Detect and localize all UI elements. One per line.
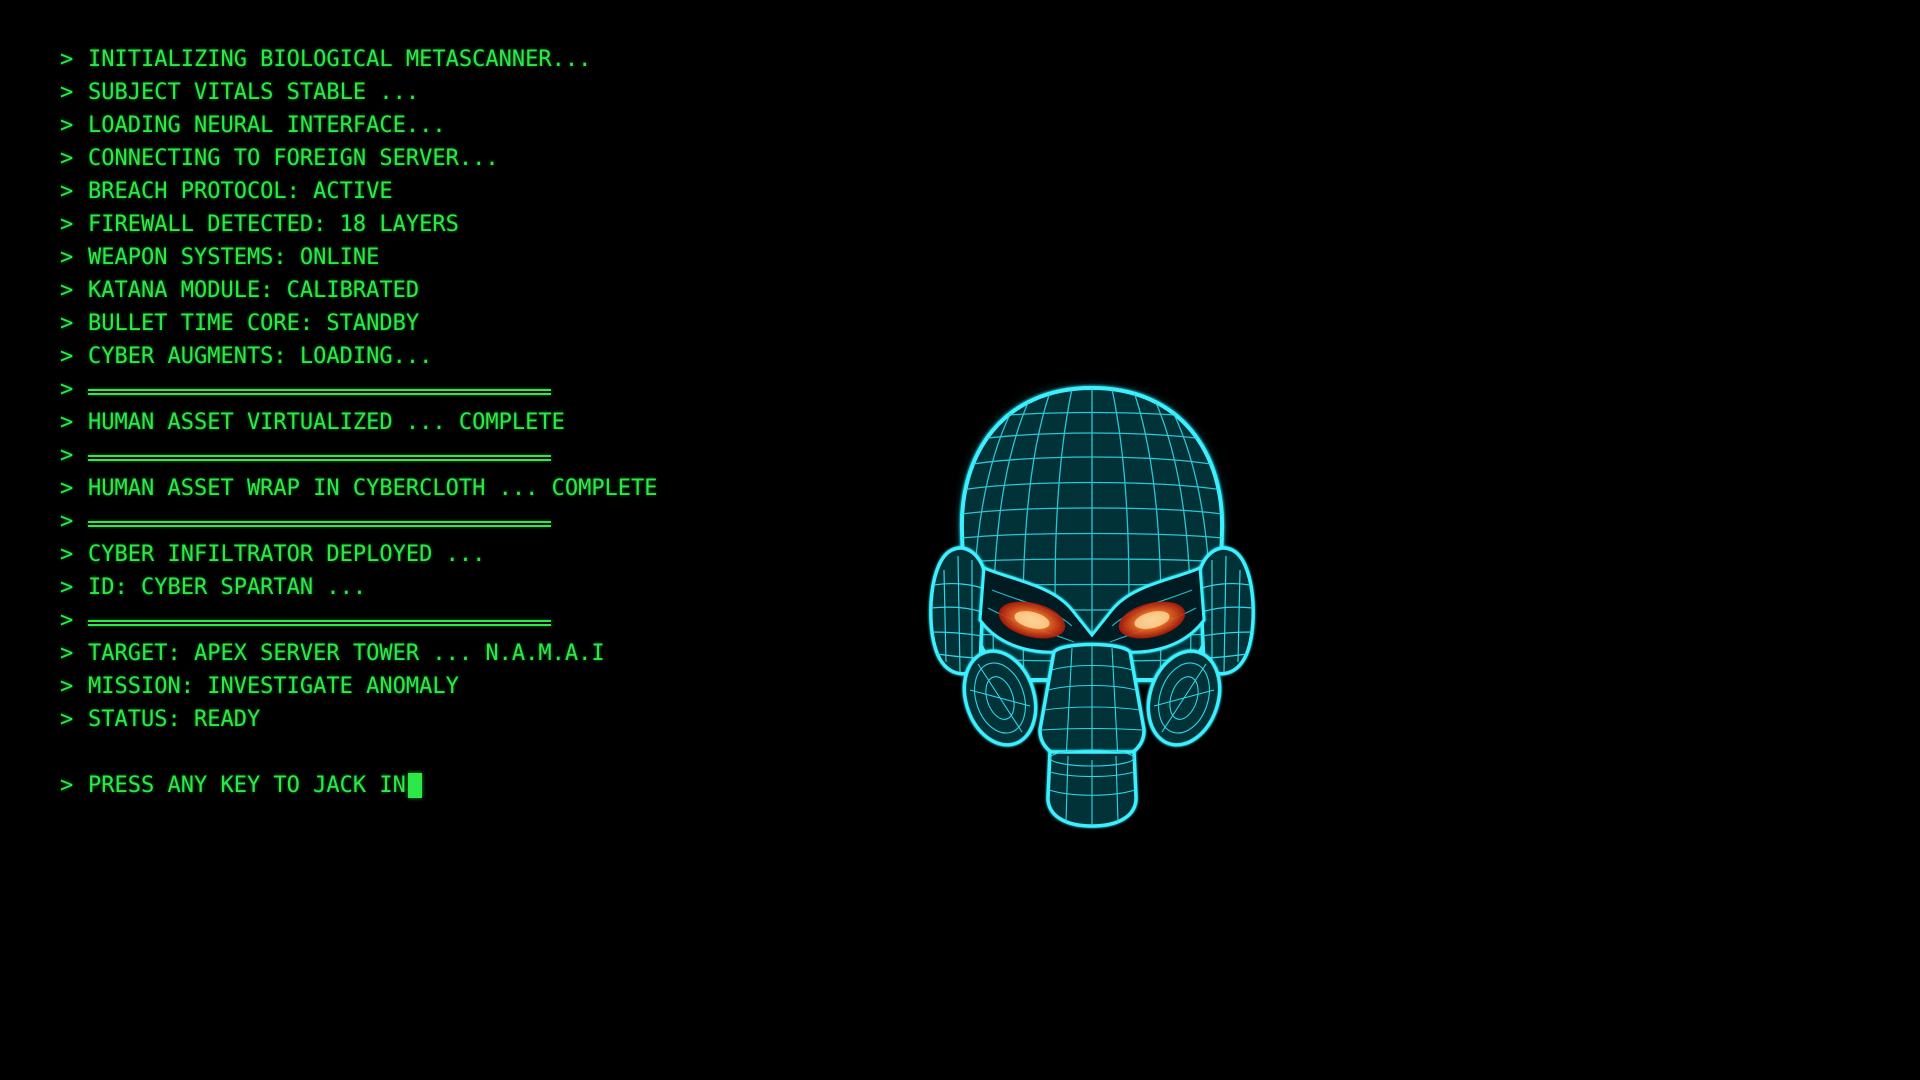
terminal-separator: > [60, 505, 658, 538]
terminal-line-text: ID: CYBER SPARTAN ... [88, 575, 367, 600]
prompt-symbol: > [60, 476, 74, 501]
terminal-line: > TARGET: APEX SERVER TOWER ... N.A.M.A.I [60, 637, 658, 670]
prompt-symbol: > [60, 113, 74, 138]
terminal-line-text: LOADING NEURAL INTERFACE... [88, 113, 446, 138]
terminal-log: > INITIALIZING BIOLOGICAL METASCANNER... … [60, 43, 658, 802]
prompt-symbol: > [60, 179, 74, 204]
terminal-line-text: STATUS: READY [88, 707, 261, 732]
terminal-line-text: HUMAN ASSET WRAP IN CYBERCLOTH ... COMPL… [88, 476, 658, 501]
prompt-symbol: > [60, 509, 74, 534]
terminal-line: > BULLET TIME CORE: STANDBY [60, 307, 658, 340]
prompt-symbol: > [60, 344, 74, 369]
terminal-line: > CYBER AUGMENTS: LOADING... [60, 340, 658, 373]
terminal-line-text: FIREWALL DETECTED: 18 LAYERS [88, 212, 459, 237]
terminal-line-text: HUMAN ASSET VIRTUALIZED ... COMPLETE [88, 410, 565, 435]
terminal-line: > LOADING NEURAL INTERFACE... [60, 109, 658, 142]
terminal-line: > STATUS: READY [60, 703, 658, 736]
blinking-cursor [407, 773, 422, 798]
prompt-symbol: > [60, 245, 74, 270]
terminal-line: > CYBER INFILTRATOR DEPLOYED ... [60, 538, 658, 571]
wireframe-cyber-helmet-icon [929, 384, 1255, 828]
helmet-ear-right [1198, 546, 1255, 676]
terminal-line: > ID: CYBER SPARTAN ... [60, 571, 658, 604]
terminal-line-text: WEAPON SYSTEMS: ONLINE [88, 245, 380, 270]
separator-rule [88, 388, 551, 395]
prompt-symbol: > [60, 377, 74, 402]
terminal-line-text: CYBER AUGMENTS: LOADING... [88, 344, 433, 369]
separator-rule [88, 619, 551, 626]
prompt-symbol: > [60, 212, 74, 237]
prompt-symbol: > [60, 608, 74, 633]
terminal-line-text: BREACH PROTOCOL: ACTIVE [88, 179, 393, 204]
terminal-line: > FIREWALL DETECTED: 18 LAYERS [60, 208, 658, 241]
prompt-symbol: > [60, 542, 74, 567]
prompt-symbol: > [60, 575, 74, 600]
helmet-ear-left [929, 546, 986, 676]
terminal-line-text: MISSION: INVESTIGATE ANOMALY [88, 674, 459, 699]
terminal-line-text: KATANA MODULE: CALIBRATED [88, 278, 420, 303]
terminal-line: > KATANA MODULE: CALIBRATED [60, 274, 658, 307]
terminal-line: > HUMAN ASSET VIRTUALIZED ... COMPLETE [60, 406, 658, 439]
jack-in-prompt[interactable]: > PRESS ANY KEY TO JACK IN [60, 769, 658, 802]
terminal-line-text: BULLET TIME CORE: STANDBY [88, 311, 420, 336]
helmet-respirator [1038, 642, 1146, 828]
prompt-symbol: > [60, 146, 74, 171]
jack-in-text: PRESS ANY KEY TO JACK IN [88, 773, 406, 798]
separator-rule [88, 520, 551, 527]
terminal-separator: > [60, 373, 658, 406]
terminal-line: > HUMAN ASSET WRAP IN CYBERCLOTH ... COMP… [60, 472, 658, 505]
terminal-line: > INITIALIZING BIOLOGICAL METASCANNER... [60, 43, 658, 76]
prompt-symbol: > [60, 80, 74, 105]
terminal-line: > BREACH PROTOCOL: ACTIVE [60, 175, 658, 208]
prompt-symbol: > [60, 443, 74, 468]
boot-screen[interactable]: > INITIALIZING BIOLOGICAL METASCANNER... … [0, 0, 1920, 1080]
terminal-line: > SUBJECT VITALS STABLE ... [60, 76, 658, 109]
prompt-symbol: > [60, 773, 74, 798]
terminal-line-text: CYBER INFILTRATOR DEPLOYED ... [88, 542, 486, 567]
terminal-line: > CONNECTING TO FOREIGN SERVER... [60, 142, 658, 175]
terminal-line-text: TARGET: APEX SERVER TOWER ... N.A.M.A.I [88, 641, 605, 666]
prompt-symbol: > [60, 410, 74, 435]
terminal-separator: > [60, 604, 658, 637]
terminal-line: > WEAPON SYSTEMS: ONLINE [60, 241, 658, 274]
prompt-symbol: > [60, 278, 74, 303]
terminal-line: > MISSION: INVESTIGATE ANOMALY [60, 670, 658, 703]
terminal-line-text: INITIALIZING BIOLOGICAL METASCANNER... [88, 47, 592, 72]
separator-rule [88, 454, 551, 461]
terminal-separator: > [60, 439, 658, 472]
terminal-line-text: CONNECTING TO FOREIGN SERVER... [88, 146, 499, 171]
prompt-symbol: > [60, 641, 74, 666]
prompt-symbol: > [60, 707, 74, 732]
terminal-line-text: SUBJECT VITALS STABLE ... [88, 80, 420, 105]
prompt-symbol: > [60, 674, 74, 699]
prompt-symbol: > [60, 47, 74, 72]
prompt-symbol: > [60, 311, 74, 336]
terminal-blank-line [60, 736, 658, 769]
